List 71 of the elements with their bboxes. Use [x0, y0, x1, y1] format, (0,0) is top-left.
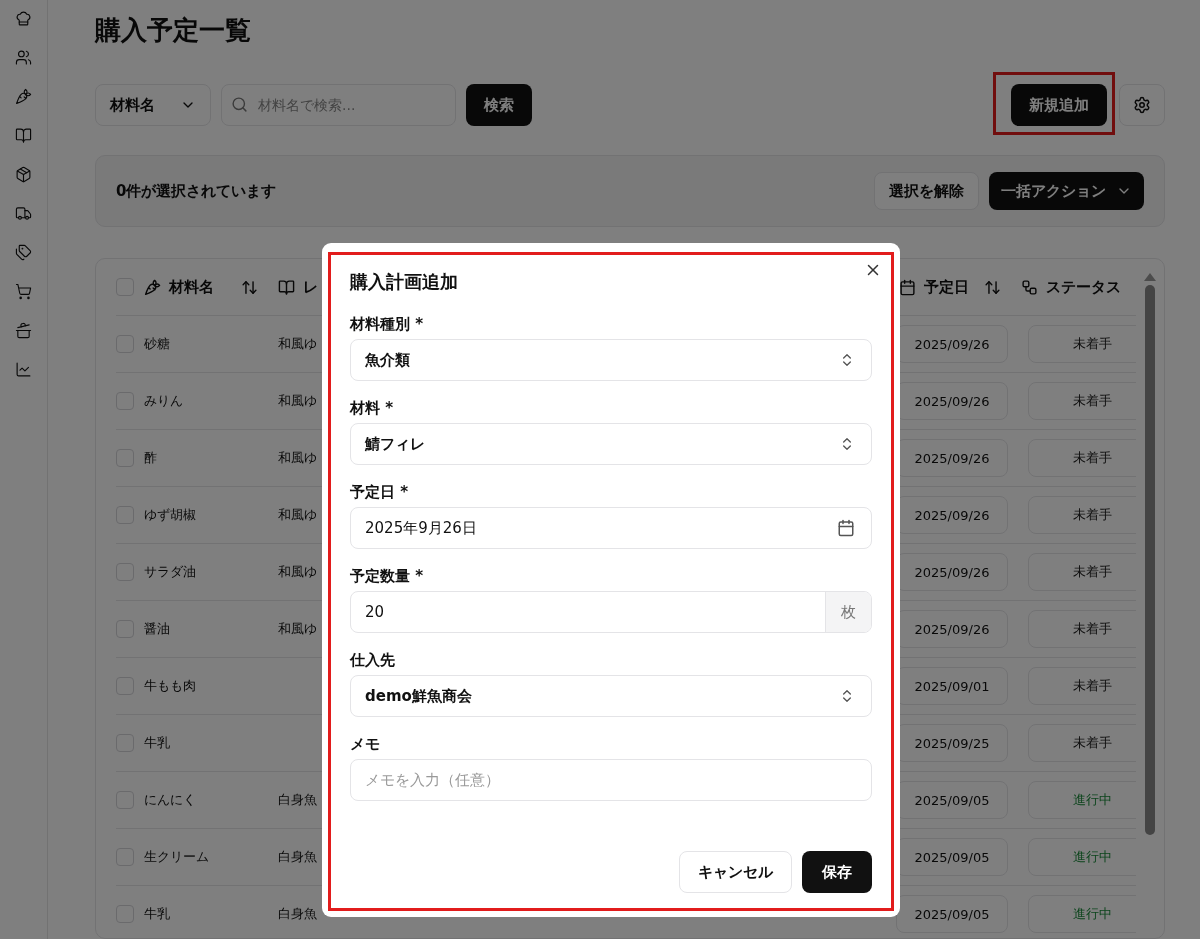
recipe-name: 和風ゆ: [278, 506, 317, 525]
select-field[interactable]: demo鮮魚商会: [350, 675, 872, 717]
field-label: 材料種別 *: [350, 314, 425, 335]
material-name: 牛もも肉: [144, 677, 196, 696]
material-name: にんにく: [144, 791, 196, 810]
clear-selection-button[interactable]: 選択を解除: [874, 172, 979, 210]
status-cell: 進行中: [1028, 838, 1136, 877]
truck-icon[interactable]: [15, 205, 32, 222]
status-cell: 進行中: [1028, 895, 1136, 934]
field-label: 仕入先: [350, 650, 396, 671]
material-name: 牛乳: [144, 905, 170, 924]
workflow-icon: [1021, 278, 1038, 296]
material-name: 醤油: [144, 620, 170, 639]
date-field[interactable]: 2025年9月26日: [350, 507, 872, 549]
search-icon: [231, 96, 248, 113]
sort-icon[interactable]: [241, 278, 258, 296]
column-header[interactable]: レ: [303, 277, 318, 297]
column-header[interactable]: 予定日: [924, 277, 969, 297]
search-field[interactable]: 材料名で検索...: [221, 84, 456, 126]
recipe-name: 和風ゆ: [278, 392, 317, 411]
material-name: 砂糖: [144, 335, 170, 354]
calendar-icon: [899, 278, 916, 296]
field-label: メモ: [350, 734, 381, 755]
column-header[interactable]: ステータス: [1046, 277, 1121, 297]
cart-icon[interactable]: [15, 283, 32, 300]
material-name: サラダ油: [144, 563, 196, 582]
scrollbar-thumb[interactable]: [1145, 285, 1155, 836]
recipe-name: 和風ゆ: [278, 620, 317, 639]
sort-icon[interactable]: [984, 278, 1001, 296]
field-label: 材料 *: [350, 398, 395, 419]
column-header[interactable]: 材料名: [169, 277, 214, 297]
chef-hat-icon[interactable]: [15, 10, 32, 27]
carrot-icon: [144, 278, 161, 296]
selection-count: 0件が選択されています: [116, 181, 277, 201]
dialog-title: 購入計画追加: [350, 270, 459, 294]
material-name: 酢: [144, 449, 157, 468]
recipe-name: 白身魚: [278, 848, 317, 867]
users-icon[interactable]: [15, 49, 32, 66]
filter-dropdown[interactable]: 材料名: [95, 84, 211, 126]
line-chart-icon[interactable]: [15, 361, 32, 378]
save-button[interactable]: 保存: [802, 851, 872, 893]
recipe-name: 和風ゆ: [278, 563, 317, 582]
material-name: 牛乳: [144, 734, 170, 753]
settings-button[interactable]: [1119, 84, 1165, 126]
material-name: ゆず胡椒: [144, 506, 196, 525]
add-button[interactable]: 新規追加: [1011, 84, 1107, 126]
recipe-name: 和風ゆ: [278, 335, 317, 354]
book-icon: [278, 278, 295, 296]
cooking-pot-icon[interactable]: [15, 322, 32, 339]
material-name: みりん: [144, 392, 183, 411]
tags-icon[interactable]: [15, 244, 32, 261]
recipe-name: 白身魚: [278, 905, 317, 924]
select-field[interactable]: 魚介類: [350, 339, 872, 381]
page-title: 購入予定一覧: [95, 14, 252, 47]
recipe-name: 和風ゆ: [278, 449, 317, 468]
bulk-action-button[interactable]: 一括アクション: [989, 172, 1144, 210]
calendar-icon: [837, 519, 855, 537]
book-icon[interactable]: [15, 127, 32, 144]
select-field[interactable]: 鯖フィレ: [350, 423, 872, 465]
recipe-name: 白身魚: [278, 791, 317, 810]
cancel-button[interactable]: キャンセル: [679, 851, 792, 893]
unit-label: 枚: [825, 592, 871, 632]
field-label: 予定数量 *: [350, 566, 425, 587]
search-button[interactable]: 検索: [466, 84, 532, 126]
material-name: 生クリーム: [144, 848, 209, 867]
carrot-icon[interactable]: [15, 88, 32, 105]
quantity-field[interactable]: 20 枚: [350, 591, 872, 633]
settings-icon: [1133, 96, 1151, 114]
field-label: 予定日 *: [350, 482, 410, 503]
package-icon[interactable]: [15, 166, 32, 183]
memo-field[interactable]: メモを入力（任意）: [350, 759, 872, 801]
